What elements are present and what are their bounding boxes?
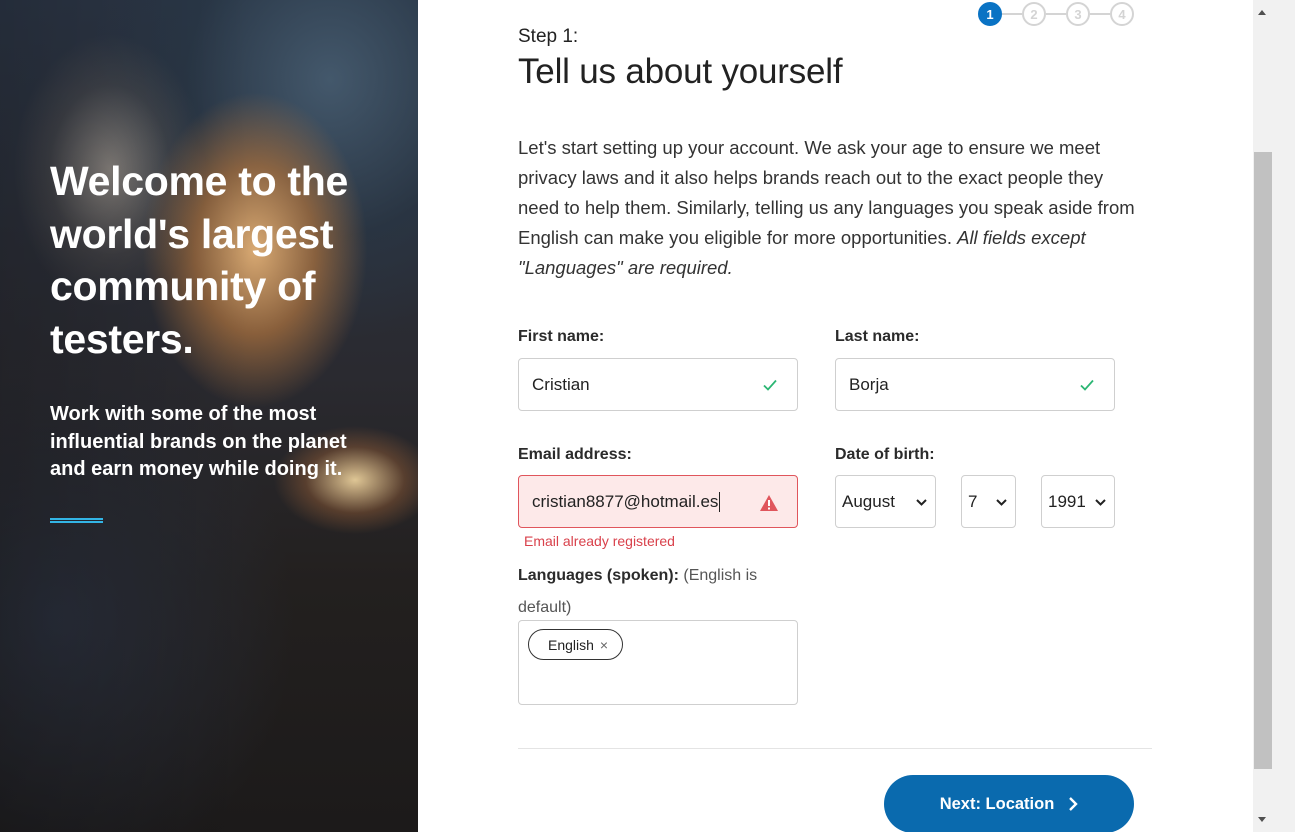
- email-value: cristian8877@hotmail.es: [532, 491, 719, 511]
- hero-subtitle: Work with some of the most influential b…: [50, 403, 347, 480]
- step-connector: [1002, 13, 1022, 15]
- progress-stepper: 1 2 3 4: [978, 2, 1134, 26]
- chevron-down-icon: [916, 499, 927, 506]
- step-2: 2: [1022, 2, 1046, 26]
- step-4: 4: [1110, 2, 1134, 26]
- scrollbar-thumb[interactable]: [1254, 152, 1272, 769]
- hero-title: Welcome to the world's largest community…: [50, 158, 349, 362]
- first-name-label: First name:: [518, 328, 605, 345]
- dob-label: Date of birth:: [835, 446, 935, 463]
- last-name-label: Last name:: [835, 328, 920, 345]
- chevron-down-icon: [1095, 499, 1106, 506]
- last-name-value: Borja: [849, 374, 889, 394]
- step-3: 3: [1066, 2, 1090, 26]
- dob-month-select[interactable]: August: [835, 475, 936, 528]
- language-tag: English ×: [528, 629, 624, 660]
- step-connector: [1046, 13, 1066, 15]
- dob-month-value: August: [842, 491, 895, 511]
- hero-panel: Welcome to the world's largest community…: [0, 0, 418, 832]
- text-cursor: [719, 491, 721, 512]
- remove-tag-icon[interactable]: ×: [600, 637, 608, 653]
- dob-day-value: 7: [968, 491, 978, 511]
- intro-text: Let's start setting up your account. We …: [518, 133, 1138, 283]
- email-label: Email address:: [518, 446, 632, 463]
- form-divider: [518, 748, 1152, 749]
- step-connector: [1090, 13, 1110, 15]
- dob-day-select[interactable]: 7: [961, 475, 1016, 528]
- dob-year-select[interactable]: 1991: [1041, 475, 1115, 528]
- email-field[interactable]: cristian8877@hotmail.es: [518, 475, 798, 528]
- scroll-up-arrow-icon[interactable]: [1257, 8, 1267, 16]
- page-title: Tell us about yourself: [518, 52, 843, 91]
- step-1: 1: [978, 2, 1002, 26]
- languages-label-text: Languages (spoken):: [518, 567, 679, 584]
- scroll-down-arrow-icon[interactable]: [1257, 816, 1267, 824]
- email-error-message: Email already registered: [524, 533, 675, 549]
- check-icon: [763, 379, 777, 391]
- language-tag-label: English: [548, 636, 594, 653]
- chevron-right-icon: [1069, 797, 1078, 811]
- languages-input[interactable]: English ×: [518, 620, 798, 705]
- next-button[interactable]: Next: Location: [884, 775, 1134, 832]
- chevron-down-icon: [996, 499, 1007, 506]
- step-label: Step 1:: [518, 26, 579, 47]
- first-name-field[interactable]: Cristian: [518, 358, 798, 411]
- dob-year-value: 1991: [1048, 491, 1086, 511]
- check-icon: [1080, 379, 1094, 391]
- hero-accent-rule: [50, 518, 103, 523]
- warning-icon: [760, 495, 778, 511]
- last-name-field[interactable]: Borja: [835, 358, 1115, 411]
- next-button-label: Next: Location: [939, 794, 1055, 813]
- languages-label: Languages (spoken): (English is default): [518, 560, 808, 624]
- first-name-value: Cristian: [532, 374, 590, 394]
